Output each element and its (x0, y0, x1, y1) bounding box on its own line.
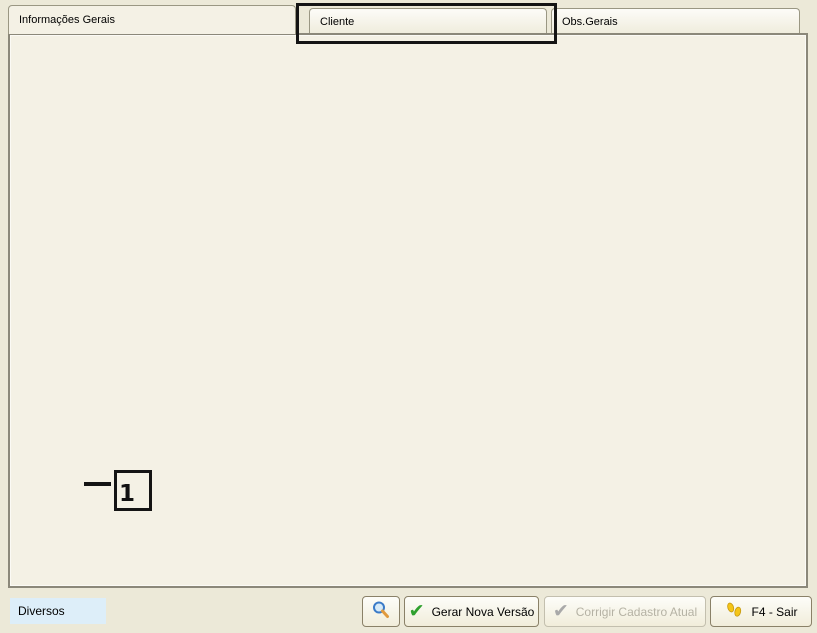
gray-check-icon: ✔ (553, 602, 569, 621)
annotation-callout-number: 1 (119, 481, 135, 507)
green-check-icon: ✔ (409, 602, 425, 621)
tab-obs-gerais[interactable]: Obs.Gerais (551, 8, 800, 34)
tab-informacoes-gerais[interactable]: Informações Gerais (8, 5, 296, 34)
button-label: Gerar Nova Versão (432, 605, 535, 619)
corrigir-cadastro-atual-button: ✔ Corrigir Cadastro Atual (544, 596, 706, 627)
client-registration-window: Informações Gerais Cliente Obs.Gerais ID… (0, 0, 817, 633)
button-label: F4 - Sair (751, 605, 797, 619)
diversos-label: Diversos (10, 598, 106, 624)
magnifier-icon (371, 600, 391, 623)
tab-label: Obs.Gerais (562, 16, 618, 28)
footprints-icon (724, 600, 744, 623)
search-button[interactable] (362, 596, 400, 627)
button-label: Corrigir Cadastro Atual (576, 605, 697, 619)
tab-label: Informações Gerais (19, 14, 115, 26)
annotation-dash (84, 482, 111, 486)
annotation-tab-highlight-rect (296, 3, 557, 44)
gerar-nova-versao-button[interactable]: ✔ Gerar Nova Versão (404, 596, 539, 627)
f4-sair-button[interactable]: F4 - Sair (710, 596, 812, 627)
